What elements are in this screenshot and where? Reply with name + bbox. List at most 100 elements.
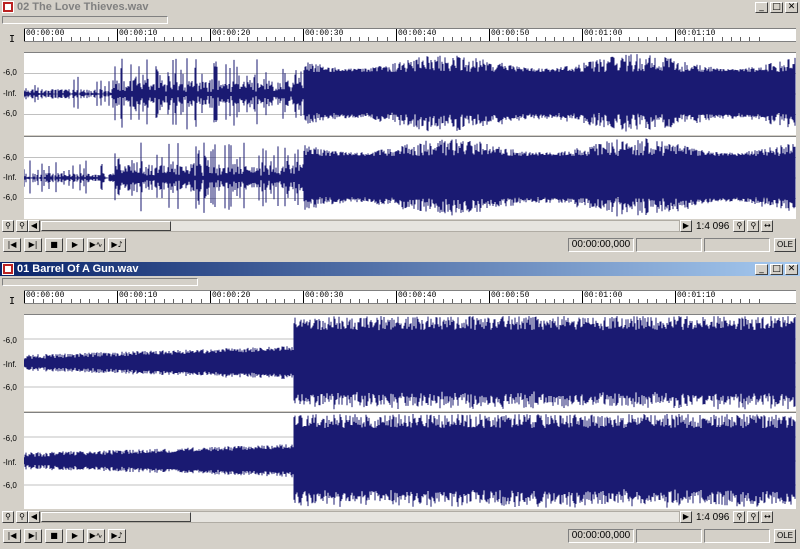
fit-width-icon[interactable]: ↔ (761, 511, 774, 523)
zoom-level: 1:4 096 (696, 511, 730, 523)
waveform-path (24, 138, 796, 217)
play-icon[interactable]: ▶ (66, 529, 84, 543)
zoom-icon[interactable]: ⚲ (2, 220, 14, 232)
ruler-tick (24, 29, 25, 41)
window-title: 02 The Love Thieves.wav (17, 1, 149, 13)
minimize-button[interactable]: _ (755, 1, 768, 13)
horizontal-scroll: ⚲ ⚲ ◀ ▶ 1:4 096 ⚲ ⚲ ↔ (2, 510, 798, 524)
scroll-track[interactable] (40, 511, 680, 523)
play-loop-icon[interactable]: ▶♪ (108, 529, 126, 543)
overview-strip[interactable] (2, 16, 168, 24)
ruler-tick-label: 00:00:20 (212, 29, 251, 38)
close-button[interactable]: ✕ (785, 1, 798, 13)
play-icon[interactable]: ▶ (66, 238, 84, 252)
play-all-icon[interactable]: ▶∿ (87, 238, 105, 252)
horizontal-scroll: ⚲ ⚲ ◀ ▶ 1:4 096 ⚲ ⚲ ↔ (2, 219, 798, 233)
level-scale: -6,0 -Inf. -6,0 -6,0 -Inf. -6,0 (0, 304, 24, 510)
zoom-icon[interactable]: ⚲ (733, 511, 746, 523)
length-display (704, 238, 770, 252)
level-scale: -6,0 -Inf. -6,0 -6,0 -Inf. -6,0 (0, 42, 24, 217)
ruler-tick-label: 00:00:40 (398, 291, 437, 300)
ruler-tick-label: 00:00:50 (491, 29, 530, 38)
ruler-tick-label: 00:00:30 (305, 29, 344, 38)
fit-width-icon[interactable]: ↔ (761, 220, 774, 232)
scroll-left-icon[interactable]: ◀ (28, 511, 40, 523)
ruler-tick (489, 29, 490, 41)
scroll-right-icon[interactable]: ▶ (680, 511, 692, 523)
stop-icon[interactable]: ■ (45, 529, 63, 543)
db-label: -Inf. (3, 360, 17, 369)
length-display (704, 529, 770, 543)
scroll-thumb[interactable] (41, 221, 171, 231)
app-icon[interactable] (2, 263, 14, 275)
waveform-path (24, 316, 796, 410)
scroll-right-icon[interactable]: ▶ (680, 220, 692, 232)
waveform-path (24, 54, 796, 132)
go-start-icon[interactable]: |◀ (3, 529, 21, 543)
ruler-tick-label: 00:01:00 (584, 291, 623, 300)
play-all-icon[interactable]: ▶∿ (87, 529, 105, 543)
transport-bar: |◀ ▶| ■ ▶ ▶∿ ▶♪ 00:00:00,000 OLE (0, 236, 800, 254)
wave-window-barrel-of-a-gun: 01 Barrel Of A Gun.wav _ □ ✕ I 00:00:00 0… (0, 262, 800, 549)
zoom-level: 1:4 096 (696, 220, 730, 232)
waveform-path (24, 414, 796, 508)
waveform-channel-left[interactable] (24, 314, 796, 411)
db-label: -Inf. (3, 89, 17, 98)
db-label: -6,0 (3, 109, 17, 118)
time-ruler[interactable]: 00:00:00 00:00:10 00:00:20 00:00:30 00:00:40… (24, 28, 796, 42)
waveform-channel-right[interactable] (24, 136, 796, 219)
window-titlebar[interactable]: 02 The Love Thieves.wav _ □ ✕ (0, 0, 800, 14)
scroll-left-icon[interactable]: ◀ (28, 220, 40, 232)
ole-button[interactable]: OLE (774, 529, 796, 543)
db-label: -6,0 (3, 68, 17, 77)
waveform-channel-right[interactable] (24, 412, 796, 509)
waveform-channel-left[interactable] (24, 52, 796, 135)
ruler-tick-label: 00:00:20 (212, 291, 251, 300)
play-loop-icon[interactable]: ▶♪ (108, 238, 126, 252)
ruler-tick-label: 00:00:30 (305, 291, 344, 300)
time-ruler[interactable]: 00:00:00 00:00:10 00:00:20 00:00:30 00:00:40… (24, 290, 796, 304)
zoom-icon[interactable]: ⚲ (733, 220, 746, 232)
ruler-tick-label: 00:01:10 (677, 291, 716, 300)
ruler-tick (582, 291, 583, 303)
window-title: 01 Barrel Of A Gun.wav (17, 263, 139, 275)
ruler-tick (210, 291, 211, 303)
ruler-tick-label: 00:01:10 (677, 29, 716, 38)
ruler-tick-label: 00:01:00 (584, 29, 623, 38)
ole-button[interactable]: OLE (774, 238, 796, 252)
close-button[interactable]: ✕ (785, 263, 798, 275)
go-end-icon[interactable]: ▶| (24, 238, 42, 252)
ruler-tick-label: 00:00:00 (26, 29, 65, 38)
ruler-tick (117, 29, 118, 41)
go-start-icon[interactable]: |◀ (3, 238, 21, 252)
ruler-tick-label: 00:00:50 (491, 291, 530, 300)
minimize-button[interactable]: _ (755, 263, 768, 275)
zoom-fit-icon[interactable]: ⚲ (747, 511, 760, 523)
ruler-tick (303, 29, 304, 41)
db-label: -6,0 (3, 481, 17, 490)
ruler-tick (117, 291, 118, 303)
scroll-track[interactable] (40, 220, 680, 232)
db-label: -6,0 (3, 336, 17, 345)
ruler-tick (489, 291, 490, 303)
ruler-tick (210, 29, 211, 41)
time-display: 00:00:00,000 (568, 238, 634, 252)
ruler-tick (303, 291, 304, 303)
db-label: -6,0 (3, 193, 17, 202)
zoom-in-icon[interactable]: ⚲ (16, 511, 28, 523)
app-icon[interactable] (2, 1, 14, 13)
ruler-tick (24, 291, 25, 303)
maximize-button[interactable]: □ (770, 263, 783, 275)
zoom-fit-icon[interactable]: ⚲ (747, 220, 760, 232)
stop-icon[interactable]: ■ (45, 238, 63, 252)
zoom-in-icon[interactable]: ⚲ (16, 220, 28, 232)
go-end-icon[interactable]: ▶| (24, 529, 42, 543)
ruler-tick (675, 29, 676, 41)
zoom-icon[interactable]: ⚲ (2, 511, 14, 523)
maximize-button[interactable]: □ (770, 1, 783, 13)
window-titlebar[interactable]: 01 Barrel Of A Gun.wav _ □ ✕ (0, 262, 800, 276)
ruler-tick (396, 291, 397, 303)
scroll-thumb[interactable] (41, 512, 191, 522)
time-display: 00:00:00,000 (568, 529, 634, 543)
overview-strip[interactable] (2, 278, 198, 286)
